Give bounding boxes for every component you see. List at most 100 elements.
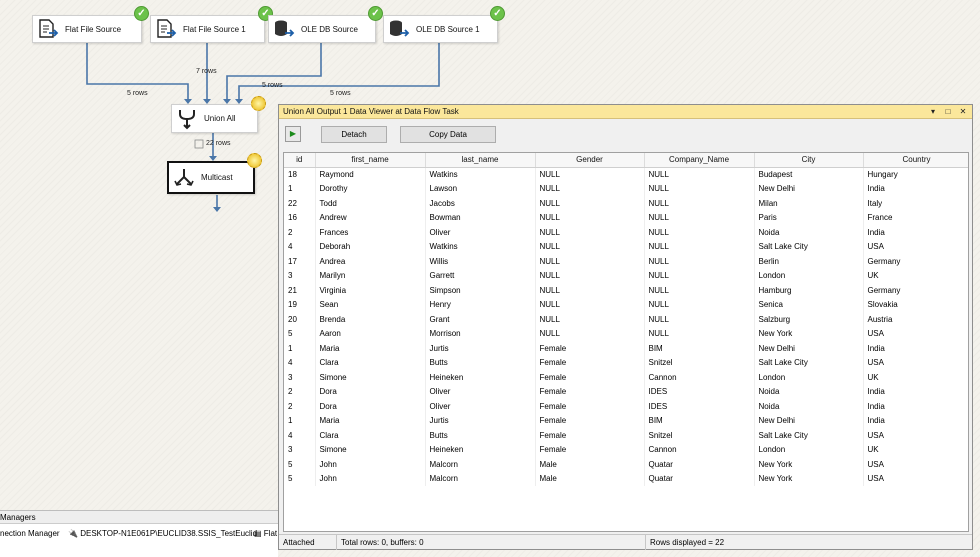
table-row[interactable]: 5 John Malcorn Male Quatar New York USA bbox=[284, 471, 968, 486]
green-check-icon: ✓ bbox=[490, 6, 505, 21]
ole-db-source-1-node[interactable]: OLE DB Source 1 bbox=[383, 15, 498, 43]
table-row[interactable]: 5 Aaron Morrison NULL NULL New York USA bbox=[284, 326, 968, 341]
table-cell: Senica bbox=[754, 297, 864, 312]
table-cell: Watkins bbox=[425, 167, 536, 182]
flat-file-source-1-node[interactable]: Flat File Source 1 bbox=[150, 15, 265, 43]
table-cell: 2 bbox=[284, 384, 316, 399]
table-cell: 1 bbox=[284, 341, 316, 356]
table-cell: Bowman bbox=[425, 210, 536, 225]
table-cell: NULL bbox=[535, 239, 645, 254]
table-cell: New York bbox=[754, 457, 864, 472]
flow-label-union: 22 rows bbox=[206, 140, 231, 147]
flow-label-src4: 5 rows bbox=[330, 90, 351, 97]
table-row[interactable]: 3 Marilyn Garrett NULL NULL London UK bbox=[284, 268, 968, 283]
table-row[interactable]: 2 Dora Oliver Female IDES Noida India bbox=[284, 399, 968, 414]
table-cell: Female bbox=[535, 355, 645, 370]
connection-item-1[interactable]: 🔌 DESKTOP-N1E061P\EUCLID38.SSIS_TestEucl… bbox=[68, 529, 257, 538]
maximize-icon[interactable]: □ bbox=[942, 106, 954, 118]
table-row[interactable]: 22 Todd Jacobs NULL NULL Milan Italy bbox=[284, 196, 968, 211]
table-cell: UK bbox=[863, 370, 968, 385]
table-cell: NULL bbox=[644, 181, 755, 196]
table-cell: BIM bbox=[644, 413, 755, 428]
table-row[interactable]: 20 Brenda Grant NULL NULL Salzburg Austria bbox=[284, 312, 968, 327]
table-cell: Maria bbox=[315, 413, 426, 428]
split-arrows-icon bbox=[174, 168, 194, 186]
column-header[interactable]: last_name bbox=[425, 153, 536, 168]
viewer-titlebar[interactable]: Union All Output 1 Data Viewer at Data F… bbox=[279, 105, 972, 119]
table-cell: Paris bbox=[754, 210, 864, 225]
column-header[interactable]: first_name bbox=[315, 153, 426, 168]
data-grid[interactable]: id first_name last_name Gender Company_Name C… bbox=[283, 152, 969, 532]
table-row[interactable]: 4 Clara Butts Female Snitzel Salt Lake City US… bbox=[284, 428, 968, 443]
table-cell: Budapest bbox=[754, 167, 864, 182]
table-row[interactable]: 3 Simone Heineken Female Cannon London UK bbox=[284, 442, 968, 457]
table-cell: Butts bbox=[425, 428, 536, 443]
column-header[interactable]: Company_Name bbox=[644, 153, 755, 168]
table-row[interactable]: 4 Clara Butts Female Snitzel Salt Lake City US… bbox=[284, 355, 968, 370]
table-row[interactable]: 5 John Malcorn Male Quatar New York USA bbox=[284, 457, 968, 472]
table-row[interactable]: 16 Andrew Bowman NULL NULL Paris France bbox=[284, 210, 968, 225]
play-icon[interactable]: ▶ bbox=[285, 126, 301, 142]
table-row[interactable]: 19 Sean Henry NULL NULL Senica Slovakia bbox=[284, 297, 968, 312]
green-check-icon: ✓ bbox=[134, 6, 149, 21]
status-rows-displayed: Rows displayed = 22 bbox=[650, 537, 725, 547]
dropdown-icon[interactable]: ▾ bbox=[927, 106, 939, 118]
table-row[interactable]: 2 Dora Oliver Female IDES Noida India bbox=[284, 384, 968, 399]
merge-arrows-icon bbox=[179, 109, 195, 129]
multicast-node[interactable]: Multicast bbox=[167, 161, 255, 194]
tab-connection-managers[interactable]: Managers bbox=[0, 513, 36, 522]
detach-button[interactable]: Detach bbox=[321, 125, 387, 143]
table-cell: NULL bbox=[644, 239, 755, 254]
flow-label-src3: 5 rows bbox=[262, 82, 283, 89]
column-header[interactable]: Gender bbox=[535, 153, 645, 168]
table-cell: Noida bbox=[754, 225, 864, 240]
flow-label-src2: 7 rows bbox=[196, 68, 217, 75]
ole-db-source-node[interactable]: OLE DB Source bbox=[268, 15, 376, 43]
table-row[interactable]: 1 Dorothy Lawson NULL NULL New Delhi India bbox=[284, 181, 968, 196]
close-icon[interactable]: ✕ bbox=[957, 106, 969, 118]
table-row[interactable]: 21 Virginia Simpson NULL NULL Hamburg Germany bbox=[284, 283, 968, 298]
column-header[interactable]: id bbox=[284, 153, 316, 168]
table-cell: John bbox=[315, 471, 426, 486]
table-row[interactable]: 1 Maria Jurtis Female BIM New Delhi India bbox=[284, 341, 968, 356]
table-row[interactable]: 3 Simone Heineken Female Cannon London UK bbox=[284, 370, 968, 385]
table-row[interactable]: 4 Deborah Watkins NULL NULL Salt Lake City USA bbox=[284, 239, 968, 254]
table-cell: New Delhi bbox=[754, 181, 864, 196]
column-header[interactable]: Country bbox=[863, 153, 968, 168]
copy-data-button[interactable]: Copy Data bbox=[400, 125, 496, 143]
table-cell: NULL bbox=[535, 312, 645, 327]
table-cell: USA bbox=[863, 457, 968, 472]
table-cell: Dora bbox=[315, 399, 426, 414]
table-cell: NULL bbox=[644, 167, 755, 182]
flow-label-src1: 5 rows bbox=[127, 90, 148, 97]
table-cell: John bbox=[315, 457, 426, 472]
flat-file-source-node[interactable]: Flat File Source bbox=[32, 15, 142, 43]
table-cell: Andrew bbox=[315, 210, 426, 225]
table-cell: Simone bbox=[315, 370, 426, 385]
flat-file-icon: ▤ bbox=[254, 529, 262, 538]
table-cell: Female bbox=[535, 384, 645, 399]
table-row[interactable]: 2 Frances Oliver NULL NULL Noida India bbox=[284, 225, 968, 240]
table-cell: Maria bbox=[315, 341, 426, 356]
table-row[interactable]: 17 Andrea Willis NULL NULL Berlin Germany bbox=[284, 254, 968, 269]
table-cell: Simpson bbox=[425, 283, 536, 298]
table-cell: Dorothy bbox=[315, 181, 426, 196]
table-cell: Deborah bbox=[315, 239, 426, 254]
table-cell: Lawson bbox=[425, 181, 536, 196]
table-cell: Female bbox=[535, 442, 645, 457]
yellow-sun-icon bbox=[247, 153, 262, 168]
union-all-node[interactable]: Union All bbox=[171, 104, 258, 133]
table-cell: Cannon bbox=[644, 370, 755, 385]
table-cell: Male bbox=[535, 471, 645, 486]
column-header[interactable]: City bbox=[754, 153, 864, 168]
table-row[interactable]: 1 Maria Jurtis Female BIM New Delhi India bbox=[284, 413, 968, 428]
connection-manager-label: nection Manager bbox=[0, 529, 60, 538]
connection-item-2[interactable]: ▤ Flat bbox=[254, 529, 277, 538]
data-viewer-window[interactable]: Union All Output 1 Data Viewer at Data F… bbox=[278, 104, 973, 550]
table-cell: Andrea bbox=[315, 254, 426, 269]
table-cell: 4 bbox=[284, 355, 316, 370]
table-cell: USA bbox=[863, 326, 968, 341]
table-row[interactable]: 18 Raymond Watkins NULL NULL Budapest Hungary bbox=[284, 167, 968, 182]
plug-icon: 🔌 bbox=[68, 529, 78, 538]
table-cell: Oliver bbox=[425, 384, 536, 399]
